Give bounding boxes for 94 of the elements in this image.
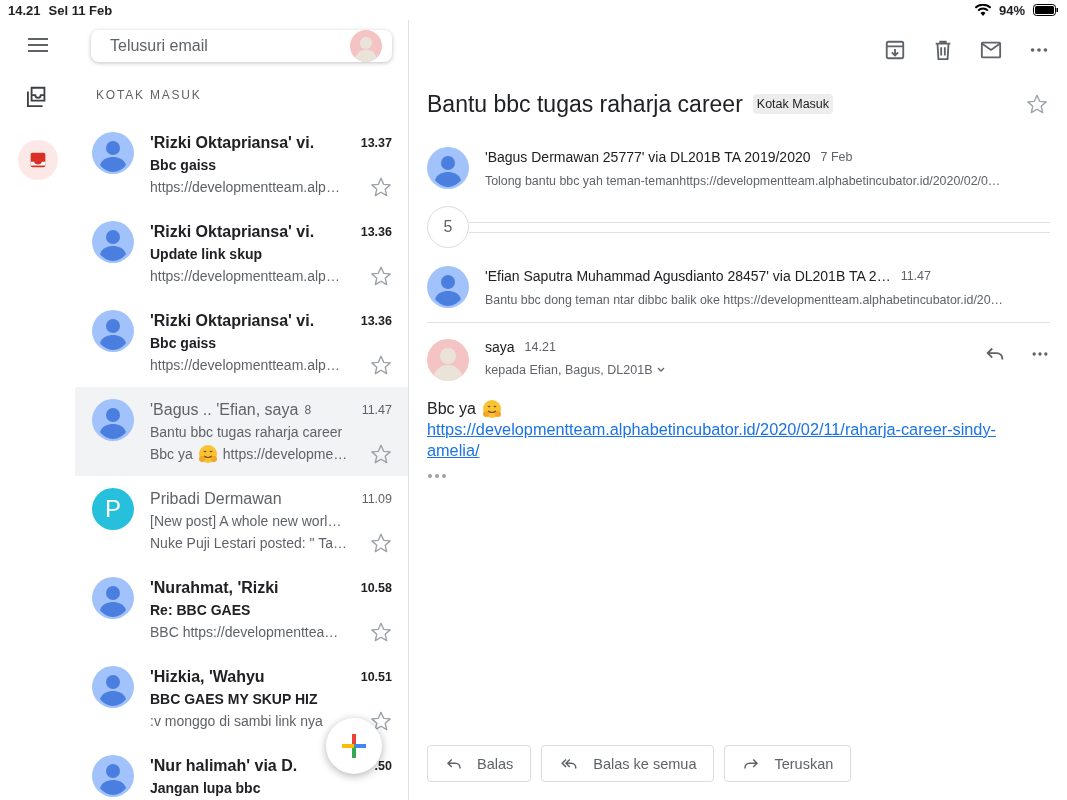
emoji-icon [481,399,502,419]
message-time: 14.21 [524,340,556,354]
email-snippet: https://developmentteam.alp… [150,357,340,373]
sender-name: Pribadi Dermawan [150,490,282,508]
archive-icon[interactable] [884,39,906,61]
email-snippet: https://developmentteam.alp… [150,179,340,195]
chevron-icon[interactable] [656,366,667,374]
email-row[interactable]: 'Nurahmat, 'Rizki 10.58 Re: BBC GAES BBC https://developmenttea… [75,565,408,654]
emoji-icon [197,444,218,464]
email-time: 10.51 [360,670,392,684]
user-avatar [427,339,469,381]
sender-name: 'Rizki Oktapriansa' vi. [150,312,315,330]
email-row[interactable]: 'Rizki Oktapriansa' vi. 13.36 Update link skup https://developmentteam.alp… [75,209,408,298]
star-icon[interactable] [370,176,392,198]
message-link[interactable]: https://developmentteam.alphabetincubator.id/2020/02/11/raharja-career-sindy-amelia/ [427,419,1037,461]
avatar-icon [92,310,134,352]
avatar-icon [92,577,134,619]
email-row[interactable]: P Pribadi Dermawan 11.09 [New post] A whole new worl… Nuke Puji Lestari posted: " Ta… [75,476,408,565]
email-time: 11.09 [361,492,392,506]
email-subject: Jangan lupa bbc [150,780,261,796]
email-time: 13.37 [360,136,392,150]
message-text: Bbc ya [427,400,476,418]
sender-name: 'Rizki Oktapriansa' vi. [150,223,315,241]
message-time: 7 Feb [820,149,853,164]
email-subject: Bbc gaiss [150,157,217,173]
email-time: 13.36 [360,225,392,239]
star-icon[interactable] [370,621,392,643]
battery-icon [1033,4,1059,16]
sender-name: 'Hizkia, 'Wahyu [150,668,265,686]
trimmed-content-icon[interactable] [427,471,447,481]
avatar-icon [92,221,134,263]
email-time: 11.47 [361,403,392,417]
message-time: 11.47 [900,268,931,283]
conversation-subject: Bantu bbc tugas raharja career [427,90,743,118]
sender-name: 'Nur halimah' via D. [150,757,298,775]
sender-name: 'Bagus .. 'Efian, saya [150,401,299,419]
avatar-icon [427,266,469,308]
plus-icon [340,732,368,760]
email-time: .50 [374,759,392,773]
avatar-icon: P [92,488,134,530]
sender-name: 'Efian Saputra Muhammad Agusdianto 28457' via DL201B TA 2… [485,267,891,284]
battery-level: 94% [998,2,1025,18]
mail-icon[interactable] [980,39,1002,61]
sender-name: 'Rizki Oktapriansa' vi. [150,134,315,152]
star-icon[interactable] [370,354,392,376]
avatar-icon [92,399,134,441]
email-row[interactable]: 'Nur halimah' via D. .50 Jangan lupa bbc [75,743,408,800]
email-snippet: https://developmentteam.alp… [150,268,340,284]
email-row[interactable]: 'Rizki Oktapriansa' vi. 13.37 Bbc gaiss https://developmentteam.alp… [75,120,408,209]
star-icon[interactable] [370,443,392,465]
collapsed-message[interactable]: 'Bagus Dermawan 25777' via DL201B TA 2019/2020 7 Feb Tolong bantu bbc yah teman-temanhttps://developmentteam.alphabetincubator.id/2020/02/0… [427,132,1050,203]
star-icon[interactable] [370,532,392,554]
status-time: 14.21 [8,2,41,18]
avatar-icon [92,132,134,174]
email-snippet: Bbc ya [150,446,193,462]
email-snippet: :v monggo di sambi link nya [150,713,323,729]
email-row[interactable]: 'Bagus .. 'Efian, saya 8 11.47 Bantu bbc tugas raharja career Bbc ya https://developme… [75,387,408,476]
email-time: 13.36 [360,314,392,328]
email-subject: BBC GAES MY SKUP HIZ [150,691,318,707]
email-snippet: BBC https://developmenttea… [150,624,339,640]
collapsed-message[interactable]: 'Efian Saputra Muhammad Agusdianto 28457' via DL201B TA 2… 11.47 Bantu bbc dong teman ntar dibbc balik oke https://developmentteam.alphabetincubator.id/20… [427,251,1050,322]
star-icon[interactable] [370,710,392,732]
avatar-icon [92,666,134,708]
email-subject: Bantu bbc tugas raharja career [150,424,343,440]
email-snippet: Nuke Puji Lestari posted: " Ta… [150,535,347,551]
forward-button[interactable]: Teruskan [724,745,852,782]
user-avatar [350,30,382,62]
inbox-tab[interactable] [17,140,58,180]
email-subject: Bbc gaiss [150,335,217,351]
email-snippet: https://developme… [222,446,348,462]
avatar-icon [92,755,134,797]
status-date: Sel 11 Feb [48,2,113,18]
wifi-icon [974,4,991,16]
sender-name: 'Nurahmat, 'Rizki [150,579,279,597]
email-subject: Re: BBC GAES [150,602,251,618]
search-field[interactable]: Telusuri email [108,36,350,56]
sender-name: saya [485,339,515,355]
avatar-icon [427,147,469,189]
email-subject: Update link skup [150,246,263,262]
recipients: kepada Efian, Bagus, DL201B [485,363,653,377]
message-snippet: Tolong bantu bbc yah teman-temanhttps://developmentteam.alphabetincubator.id/2020/02/0… [485,173,1002,188]
email-time: 10.58 [360,581,392,595]
message-snippet: Bantu bbc dong teman ntar dibbc balik oke https://developmentteam.alphabetincubator.id/20… [485,292,1004,307]
reply-all-button[interactable]: Balas ke semua [541,745,715,782]
section-heading: KOTAK MASUK [95,87,203,104]
message-count: 8 [304,403,312,417]
star-icon[interactable] [370,265,392,287]
email-row[interactable]: 'Rizki Oktapriansa' vi. 13.36 Bbc gaiss https://developmentteam.alp… [75,298,408,387]
menu-icon[interactable] [27,38,48,52]
label-tag: Kotak Masuk [752,94,834,114]
email-subject: [New post] A whole new worl… [150,513,342,529]
sender-name: 'Bagus Dermawan 25777' via DL201B TA 2019/2020 [485,148,811,165]
reply-button[interactable]: Balas [427,745,532,782]
star-icon[interactable] [1026,93,1048,115]
